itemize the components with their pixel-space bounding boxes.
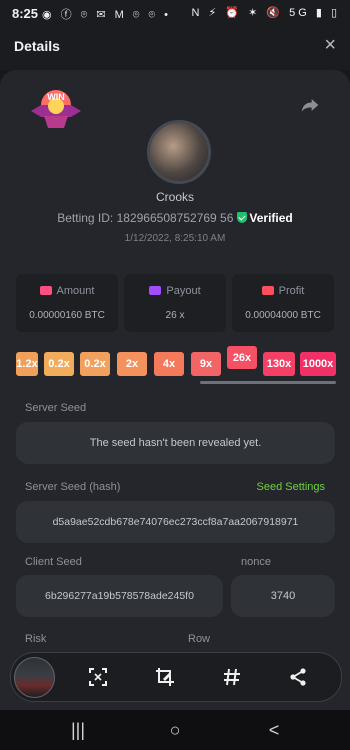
share-icon[interactable]: [288, 667, 308, 687]
row-label: Row: [188, 633, 211, 645]
page-title: Details: [14, 38, 60, 54]
multiplier-chip-active: 26x: [227, 346, 257, 369]
nonce-label: nonce: [241, 556, 271, 568]
screenshot-thumbnail[interactable]: [14, 657, 55, 698]
stats-row: Amount 0.00000160 BTC Payout 26 x Profit…: [16, 274, 336, 334]
home-button[interactable]: ○: [163, 720, 187, 740]
profit-card: Profit 0.00004000 BTC: [232, 274, 334, 332]
betting-id-prefix: Betting ID:: [57, 211, 117, 225]
payout-card: Payout 26 x: [124, 274, 226, 332]
bet-timestamp: 1/12/2022, 8:25:10 AM: [124, 233, 226, 244]
back-button[interactable]: <: [262, 720, 286, 740]
system-navbar: ||| ○ <: [0, 710, 350, 750]
user-avatar: [147, 120, 211, 184]
amount-card: Amount 0.00000160 BTC: [16, 274, 118, 332]
status-system-icons: N ⚡ ⏰ ✶ 🔇 5G ▮ ▯: [191, 7, 340, 19]
status-bar: 8:25 ◉ ⓕ ⌾ ✉ M ⌾ ⌾ • N ⚡ ⏰ ✶ 🔇 5G ▮ ▯: [0, 0, 350, 26]
multiplier-chip: 1000x: [300, 352, 336, 376]
multiplier-chip: 9x: [191, 352, 221, 376]
recent-apps-button[interactable]: |||: [66, 720, 90, 740]
betting-id: 182966508752769 56: [116, 211, 234, 225]
multiplier-chip: 130x: [263, 352, 295, 376]
payout-icon: [149, 286, 162, 295]
multiplier-chip: 0.2x: [44, 352, 74, 376]
username: Crooks: [155, 190, 194, 204]
client-seed-label: Client Seed: [25, 556, 82, 568]
payout-value: 26 x: [165, 310, 185, 321]
client-seed-field[interactable]: 6b296277a19b578578ade245f0: [16, 575, 223, 617]
risk-label: Risk: [25, 633, 47, 645]
amount-value: 0.00000160 BTC: [29, 310, 105, 321]
multiplier-chip: 2x: [117, 352, 147, 376]
share-icon[interactable]: [300, 96, 320, 114]
betting-id-row: Betting ID: 182966508752769 56 Verified: [0, 211, 350, 225]
server-seed-hash-field[interactable]: d5a9ae52cdb678e74076ec273ccf8a7aa2067918…: [16, 501, 335, 543]
win-badge-icon: WIN: [31, 90, 81, 128]
multiplier-chip: 1.2x: [16, 352, 38, 376]
verified-icon: [237, 212, 248, 223]
hash-icon[interactable]: [222, 667, 242, 687]
details-header: Details ×: [0, 26, 350, 70]
server-seed-hash-label: Server Seed (hash): [25, 481, 121, 493]
status-time: 8:25: [12, 6, 39, 21]
close-button[interactable]: ×: [324, 34, 336, 57]
scan-icon[interactable]: [88, 667, 108, 687]
multiplier-chip: 4x: [154, 352, 184, 376]
seed-settings-link[interactable]: Seed Settings: [257, 481, 326, 493]
nonce-field[interactable]: 3740: [231, 575, 335, 617]
profit-value: 0.00004000 BTC: [245, 310, 321, 321]
verified-label: Verified: [249, 211, 293, 225]
win-badge-text: WIN: [47, 92, 65, 102]
server-seed-field: The seed hasn't been revealed yet.: [16, 422, 335, 464]
server-seed-label: Server Seed: [25, 402, 87, 414]
multiplier-scrollbar[interactable]: [200, 381, 336, 384]
multiplier-chip: 0.2x: [80, 352, 110, 376]
profit-icon: [261, 286, 274, 295]
amount-icon: [39, 286, 52, 295]
multiplier-strip: 1.2x 0.2x 0.2x 2x 4x 9x 26x 130x 1000x: [16, 346, 336, 379]
bottom-action-bar: [10, 652, 342, 702]
edit-icon[interactable]: [155, 667, 175, 687]
status-notification-icons: ◉ ⓕ ⌾ ✉ M ⌾ ⌾ •: [42, 9, 172, 21]
